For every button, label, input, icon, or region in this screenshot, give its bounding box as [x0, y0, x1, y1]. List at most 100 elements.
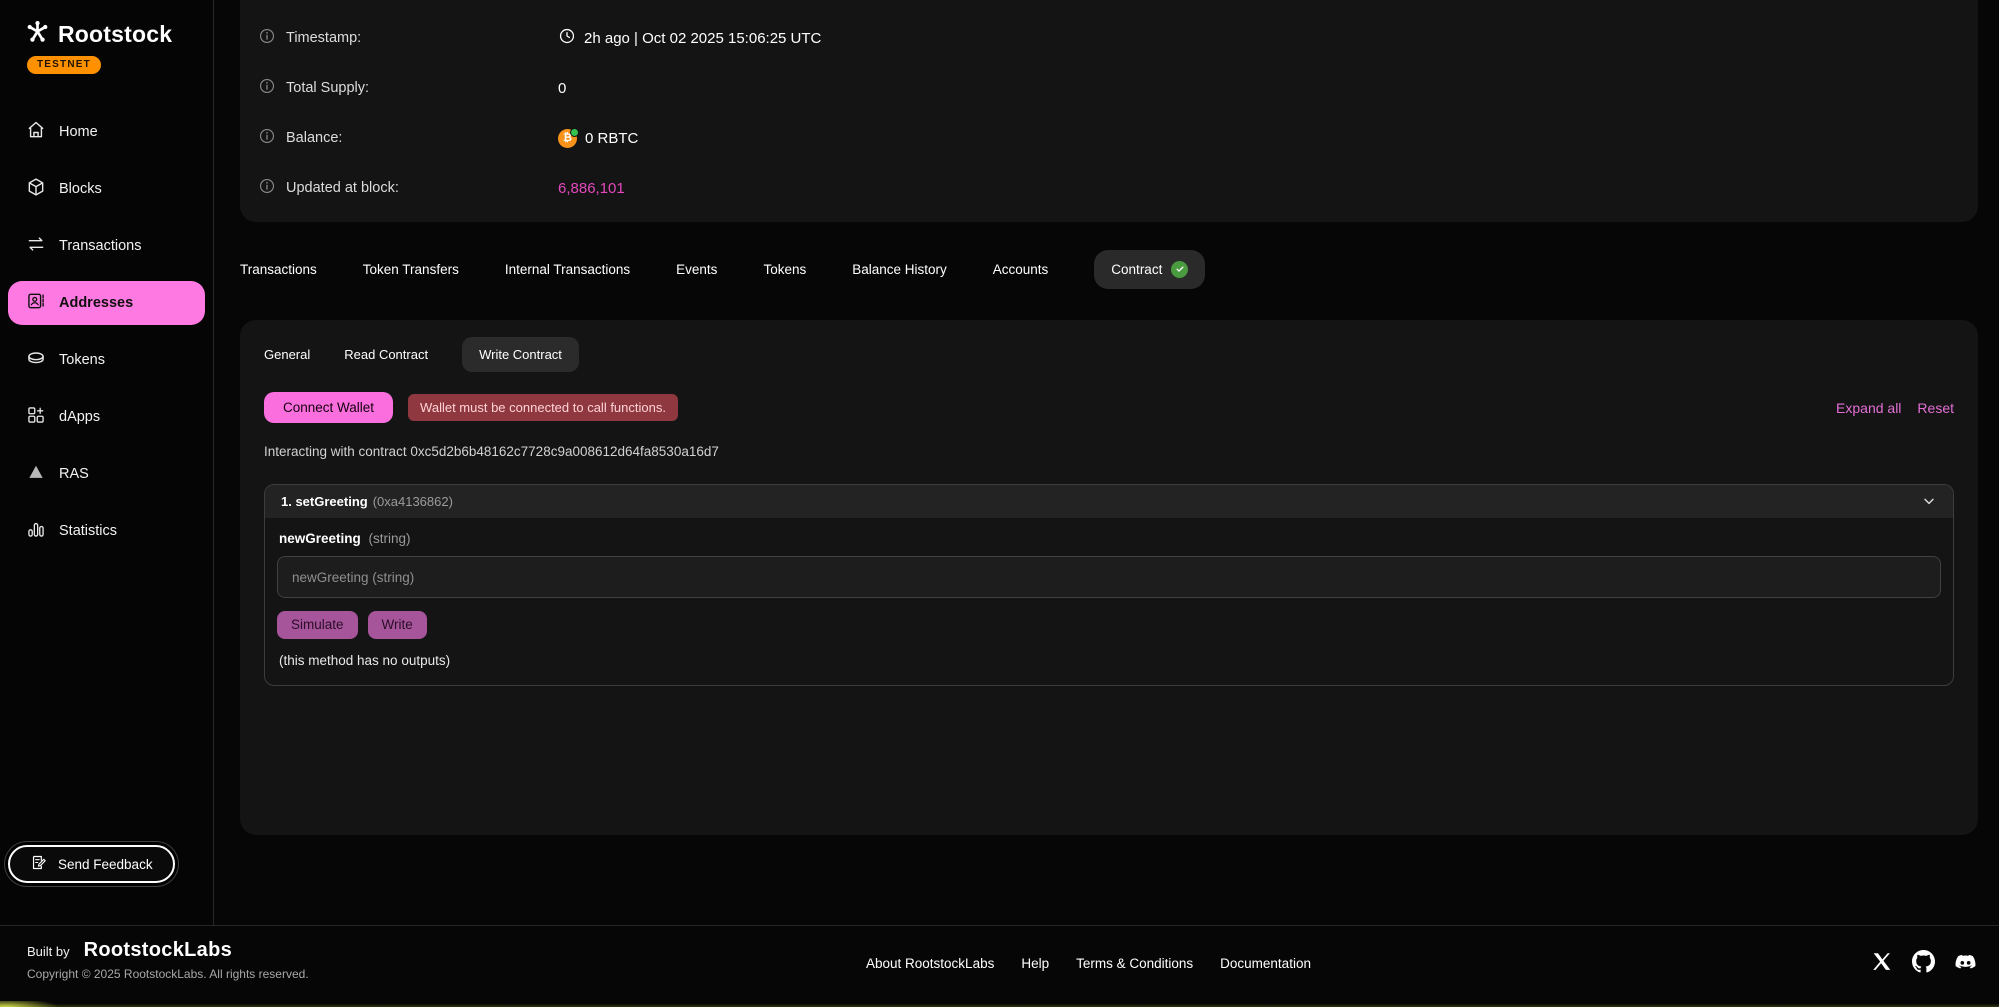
ras-icon — [26, 462, 46, 486]
method-body: newGreeting (string) Simulate Write (thi… — [265, 518, 1953, 685]
detail-label: Balance: — [286, 130, 342, 146]
balance-value: 0 RBTC — [585, 130, 638, 147]
footer: Built by RootstockLabs Copyright © 2025 … — [0, 925, 1999, 1007]
bottom-gradient-bar — [0, 1001, 1999, 1007]
detail-row-total-supply: Total Supply: 0 — [258, 63, 1978, 113]
sidebar-item-tokens[interactable]: Tokens — [8, 338, 205, 382]
page: Rootstock TESTNET Home Blocks Transactio… — [0, 0, 1999, 1007]
sidebar-item-ras[interactable]: RAS — [8, 452, 205, 496]
tab-events[interactable]: Events — [676, 262, 717, 277]
wallet-warning-badge: Wallet must be connected to call functio… — [408, 394, 678, 421]
sidebar-item-label: Blocks — [59, 181, 102, 197]
sidebar-item-home[interactable]: Home — [8, 110, 205, 154]
method-outputs-note: (this method has no outputs) — [277, 653, 1941, 668]
detail-row-updated-block: Updated at block: 6,886,101 — [258, 163, 1978, 213]
detail-row-balance: Balance: ₿ 0 RBTC — [258, 113, 1978, 163]
detail-label: Timestamp: — [286, 30, 361, 46]
send-feedback-button[interactable]: Send Feedback — [8, 845, 175, 883]
subtab-general[interactable]: General — [264, 337, 310, 372]
testnet-badge: TESTNET — [27, 56, 101, 74]
transactions-icon — [26, 234, 46, 258]
sidebar-item-label: Addresses — [59, 295, 133, 311]
footer-link-help[interactable]: Help — [1021, 956, 1049, 971]
sidebar-item-addresses[interactable]: Addresses — [8, 281, 205, 325]
connect-wallet-button[interactable]: Connect Wallet — [264, 392, 393, 423]
subtab-write-contract[interactable]: Write Contract — [462, 337, 579, 372]
main-content: Timestamp: 2h ago | Oct 02 2025 15:06:25… — [214, 0, 1999, 925]
check-icon — [1171, 261, 1188, 278]
home-icon — [26, 120, 46, 144]
tab-contract-label: Contract — [1111, 262, 1162, 277]
feedback-label: Send Feedback — [58, 857, 153, 872]
sidebar-item-label: Home — [59, 124, 98, 140]
interacting-with-contract-text: Interacting with contract 0xc5d2b6b48162… — [264, 444, 1954, 459]
rootstocklabs-wordmark[interactable]: RootstockLabs — [84, 939, 232, 962]
detail-label: Total Supply: — [286, 80, 369, 96]
reset-link[interactable]: Reset — [1917, 400, 1954, 416]
blocks-icon — [26, 177, 46, 201]
sidebar-item-label: Transactions — [59, 238, 141, 254]
footer-link-terms[interactable]: Terms & Conditions — [1076, 956, 1193, 971]
footer-link-documentation[interactable]: Documentation — [1220, 956, 1311, 971]
copyright-text: Copyright © 2025 RootstockLabs. All righ… — [27, 967, 309, 981]
dapps-icon — [26, 405, 46, 429]
rbtc-icon: ₿ — [558, 129, 577, 148]
contract-subtabs: General Read Contract Write Contract — [264, 337, 1954, 372]
tab-internal-transactions[interactable]: Internal Transactions — [505, 262, 630, 277]
statistics-icon — [26, 519, 46, 543]
info-icon[interactable] — [258, 77, 276, 99]
tab-balance-history[interactable]: Balance History — [852, 262, 947, 277]
github-icon[interactable] — [1912, 950, 1935, 973]
sidebar-item-label: Statistics — [59, 523, 117, 539]
sidebar-nav: Home Blocks Transactions Addresses Token… — [0, 110, 213, 553]
tab-transactions[interactable]: Transactions — [240, 262, 317, 277]
sidebar: Rootstock TESTNET Home Blocks Transactio… — [0, 0, 214, 925]
sidebar-item-label: RAS — [59, 466, 89, 482]
method-selector: (0xa4136862) — [373, 494, 453, 509]
sidebar-item-transactions[interactable]: Transactions — [8, 224, 205, 268]
addresses-icon — [26, 291, 46, 315]
detail-label: Updated at block: — [286, 180, 399, 196]
expand-all-link[interactable]: Expand all — [1836, 400, 1901, 416]
info-icon[interactable] — [258, 27, 276, 49]
sidebar-item-dapps[interactable]: dApps — [8, 395, 205, 439]
sidebar-item-blocks[interactable]: Blocks — [8, 167, 205, 211]
built-by-text: Built by — [27, 944, 70, 959]
tab-token-transfers[interactable]: Token Transfers — [363, 262, 459, 277]
sidebar-item-label: dApps — [59, 409, 100, 425]
footer-link-about[interactable]: About RootstockLabs — [866, 956, 994, 971]
address-details-panel: Timestamp: 2h ago | Oct 02 2025 15:06:25… — [240, 0, 1978, 222]
param-input-newgreeting[interactable] — [277, 556, 1941, 598]
tab-tokens[interactable]: Tokens — [763, 262, 806, 277]
method-accordion-header[interactable]: 1. setGreeting (0xa4136862) — [265, 485, 1953, 518]
clock-icon — [558, 27, 576, 49]
param-type: (string) — [369, 531, 411, 546]
sidebar-item-statistics[interactable]: Statistics — [8, 509, 205, 553]
chevron-down-icon[interactable] — [1921, 493, 1937, 509]
brand-name: Rootstock — [58, 21, 172, 48]
footer-left: Built by RootstockLabs Copyright © 2025 … — [27, 939, 309, 981]
footer-social — [1870, 950, 1977, 973]
footer-links: About RootstockLabs Help Terms & Conditi… — [866, 956, 1311, 971]
contract-panel: General Read Contract Write Contract Con… — [240, 320, 1978, 835]
method-card-setgreeting: 1. setGreeting (0xa4136862) newGreeting … — [264, 484, 1954, 686]
rootstock-logo-icon — [24, 18, 51, 50]
param-name: newGreeting — [279, 531, 361, 546]
method-title: 1. setGreeting — [281, 494, 368, 509]
simulate-button[interactable]: Simulate — [277, 611, 358, 639]
tab-contract[interactable]: Contract — [1094, 250, 1205, 289]
subtab-read-contract[interactable]: Read Contract — [344, 337, 428, 372]
discord-icon[interactable] — [1954, 950, 1977, 973]
sidebar-item-label: Tokens — [59, 352, 105, 368]
feedback-edit-icon — [30, 854, 47, 874]
method-buttons: Simulate Write — [277, 611, 1941, 639]
timestamp-value: 2h ago | Oct 02 2025 15:06:25 UTC — [584, 30, 821, 47]
info-icon[interactable] — [258, 177, 276, 199]
info-icon[interactable] — [258, 127, 276, 149]
brand-logo[interactable]: Rootstock — [0, 0, 213, 50]
tab-accounts[interactable]: Accounts — [993, 262, 1049, 277]
write-button[interactable]: Write — [368, 611, 427, 639]
tokens-icon — [26, 348, 46, 372]
x-icon[interactable] — [1870, 950, 1893, 973]
block-number-link[interactable]: 6,886,101 — [558, 180, 625, 197]
